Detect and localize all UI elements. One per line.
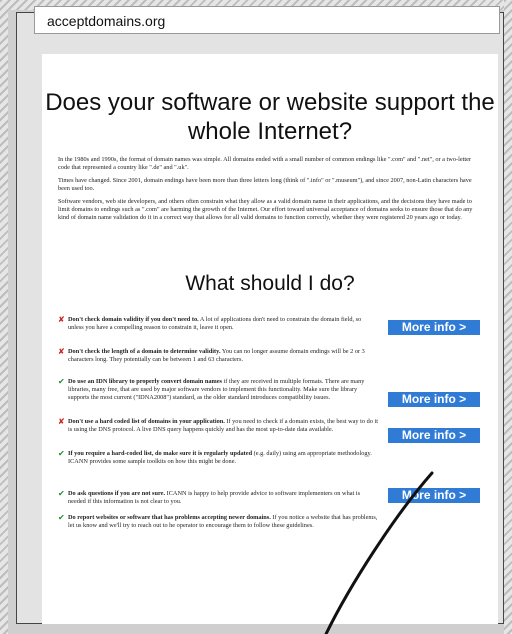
pen-stroke <box>324 471 434 634</box>
